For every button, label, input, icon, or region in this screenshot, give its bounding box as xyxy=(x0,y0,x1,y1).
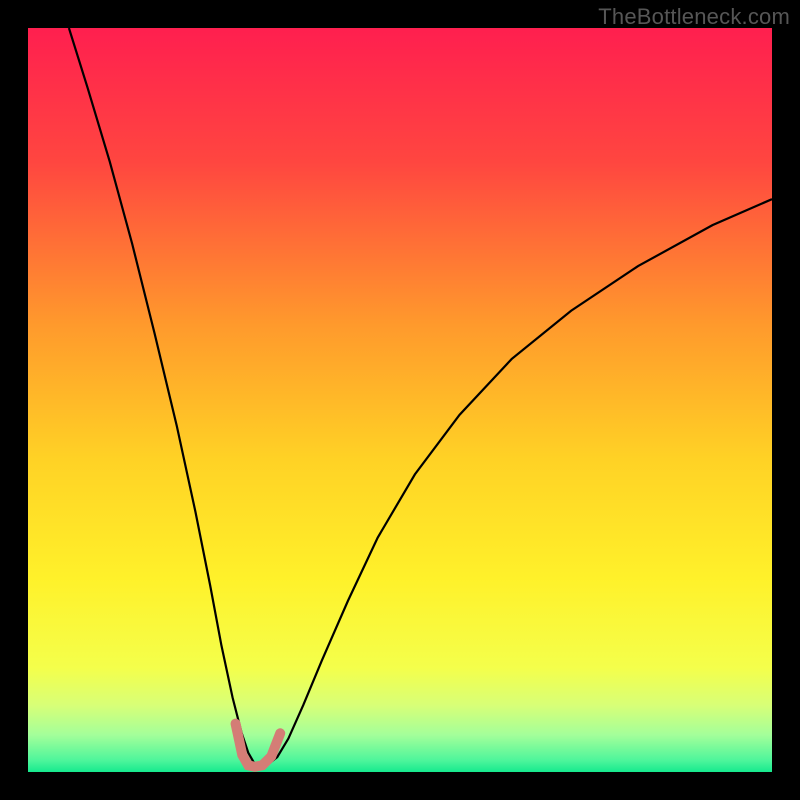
plot-area xyxy=(28,28,772,772)
bottleneck-curve xyxy=(69,28,772,766)
marker-band xyxy=(236,724,281,767)
curve-layer xyxy=(28,28,772,772)
watermark-text: TheBottleneck.com xyxy=(598,4,790,30)
chart-frame: TheBottleneck.com xyxy=(0,0,800,800)
